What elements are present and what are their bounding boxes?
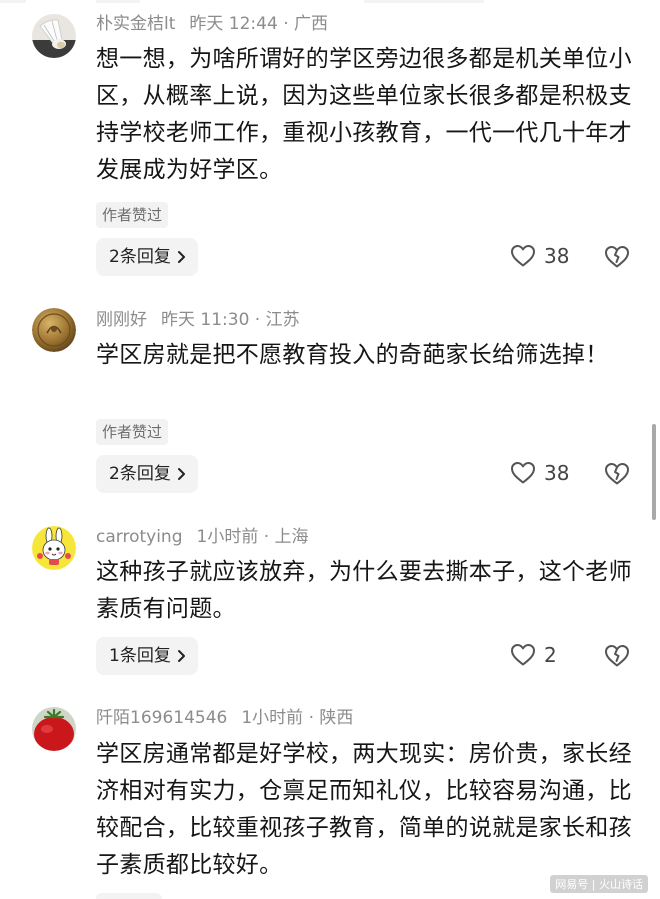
comment-username[interactable]: 朴实金桔lt xyxy=(96,14,175,34)
comment-text: 这种孩子就应该放弃，为什么要去撕本子，这个老师素质有问题。 xyxy=(96,559,632,622)
meta-separator: · xyxy=(258,527,275,547)
comment-time: 1小时前 xyxy=(241,708,304,728)
scrollbar-thumb[interactable] xyxy=(652,424,656,520)
author-liked-badge: 作者赞过 xyxy=(96,202,169,228)
view-replies-button[interactable]: 2条回复 xyxy=(96,238,198,276)
meta-separator: · xyxy=(303,708,320,728)
previous-content-edge xyxy=(0,0,660,4)
broken-heart-icon[interactable] xyxy=(604,461,630,487)
comment-meta: 刚刚好 昨天 11:30 · 江苏 xyxy=(96,309,300,331)
reply-count-label: 1条回复 xyxy=(109,646,171,666)
like-count: 38 xyxy=(544,461,570,485)
comment-location: 江苏 xyxy=(265,310,300,330)
heart-outline-icon xyxy=(511,462,535,484)
comment-username[interactable]: 刚刚好 xyxy=(96,310,147,330)
author-liked-badge: 作者赞过 xyxy=(96,419,169,445)
comment-meta: 阡陌169614546 1小时前 · 陕西 xyxy=(96,707,353,729)
comment-meta: carrotying 1小时前 · 上海 xyxy=(96,526,309,548)
like-button[interactable]: 38 xyxy=(510,461,569,485)
meta-separator: · xyxy=(277,14,295,34)
watermark: 网易号 | 火山诗话 xyxy=(550,875,648,893)
comment-location: 上海 xyxy=(274,527,309,547)
heart-outline-icon xyxy=(511,245,535,267)
broken-heart-icon[interactable] xyxy=(604,244,630,270)
meta-separator: · xyxy=(249,310,266,330)
red-tomato-avatar[interactable] xyxy=(32,707,76,751)
view-replies-button[interactable]: 1条回复 xyxy=(96,637,198,675)
comment-time: 昨天 12:44 xyxy=(189,14,278,34)
comment-text: 学区房就是把不愿教育投入的奇葩家长给筛选掉！ xyxy=(96,342,609,368)
like-button[interactable]: 2 xyxy=(510,643,557,667)
like-count: 38 xyxy=(544,244,570,268)
comment-location: 广西 xyxy=(294,14,329,34)
comment-username[interactable]: carrotying xyxy=(96,527,183,547)
badminton-shuttlecock-avatar[interactable] xyxy=(32,14,76,58)
chevron-right-icon xyxy=(177,650,185,662)
comment-time: 1小时前 xyxy=(196,527,259,547)
chevron-right-icon xyxy=(177,468,185,480)
comment-meta: 朴实金桔lt 昨天 12:44 · 广西 xyxy=(96,13,328,35)
reply-count-label: 2条回复 xyxy=(109,464,171,484)
broken-heart-icon[interactable] xyxy=(604,643,630,669)
like-button[interactable]: 38 xyxy=(510,244,569,268)
comment-username[interactable]: 阡陌169614546 xyxy=(96,708,227,728)
reply-count-label: 2条回复 xyxy=(109,247,171,267)
comment-text: 学区房通常都是好学校，两大现实：房价贵，家长经济相对有实力，仓禀足而知礼仪，比较… xyxy=(96,741,632,878)
gold-coin-avatar[interactable] xyxy=(32,308,76,352)
heart-outline-icon xyxy=(511,644,535,666)
like-count: 2 xyxy=(544,643,557,667)
cartoon-rabbit-avatar[interactable] xyxy=(32,526,76,570)
reply-button-partial[interactable] xyxy=(96,893,162,899)
comment-text: 想一想，为啥所谓好的学区旁边很多都是机关单位小区，从概率上说，因为这些单位家长很… xyxy=(96,46,632,183)
comment-time: 昨天 11:30 xyxy=(161,310,250,330)
view-replies-button[interactable]: 2条回复 xyxy=(96,455,198,493)
chevron-right-icon xyxy=(177,251,185,263)
comment-location: 陕西 xyxy=(319,708,354,728)
